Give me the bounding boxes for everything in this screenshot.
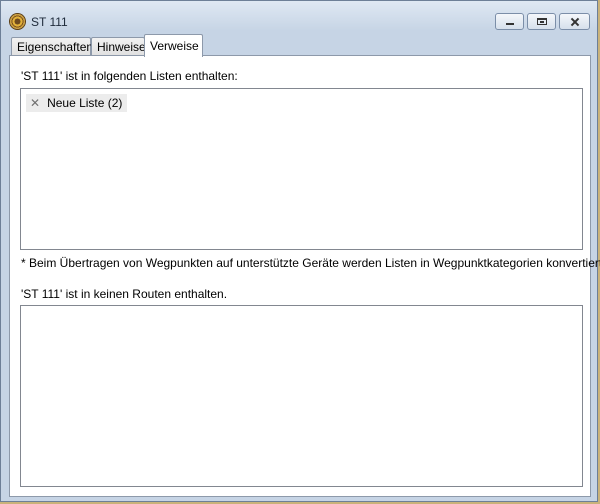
close-button[interactable]: [559, 13, 590, 30]
minimize-button[interactable]: [495, 13, 524, 30]
routes-heading: 'ST 111' ist in keinen Routen enthalten.: [21, 287, 228, 301]
title-bar[interactable]: ST 111: [1, 1, 597, 33]
lists-listbox[interactable]: ✕ Neue Liste (2): [20, 88, 583, 250]
remove-list-icon[interactable]: ✕: [30, 96, 40, 110]
geocache-icon: [10, 14, 25, 29]
window-title: ST 111: [31, 15, 68, 29]
list-item-label: Neue Liste (2): [47, 96, 123, 110]
verweise-panel: 'ST 111' ist in folgenden Listen enthalt…: [9, 55, 600, 497]
tab-hinweise[interactable]: Hinweise: [91, 37, 146, 55]
dialog-content: Eigenschaften Hinweise Verweise 'ST 111'…: [9, 34, 600, 497]
tab-verweise[interactable]: Verweise: [144, 34, 203, 57]
conversion-note: * Beim Übertragen von Wegpunkten auf unt…: [21, 256, 600, 270]
maximize-button[interactable]: [527, 13, 556, 30]
window: ST 111 Eigenschaften Hinweise Verweise '…: [0, 0, 600, 502]
routes-listbox[interactable]: [20, 305, 583, 487]
minimize-icon: [506, 23, 514, 25]
tab-eigenschaften[interactable]: Eigenschaften: [11, 37, 93, 55]
tab-strip: Eigenschaften Hinweise Verweise: [9, 34, 592, 57]
close-icon: [560, 14, 589, 29]
list-item[interactable]: ✕ Neue Liste (2): [26, 94, 128, 112]
maximize-icon: [537, 18, 547, 25]
lists-heading: 'ST 111' ist in folgenden Listen enthalt…: [21, 69, 238, 83]
